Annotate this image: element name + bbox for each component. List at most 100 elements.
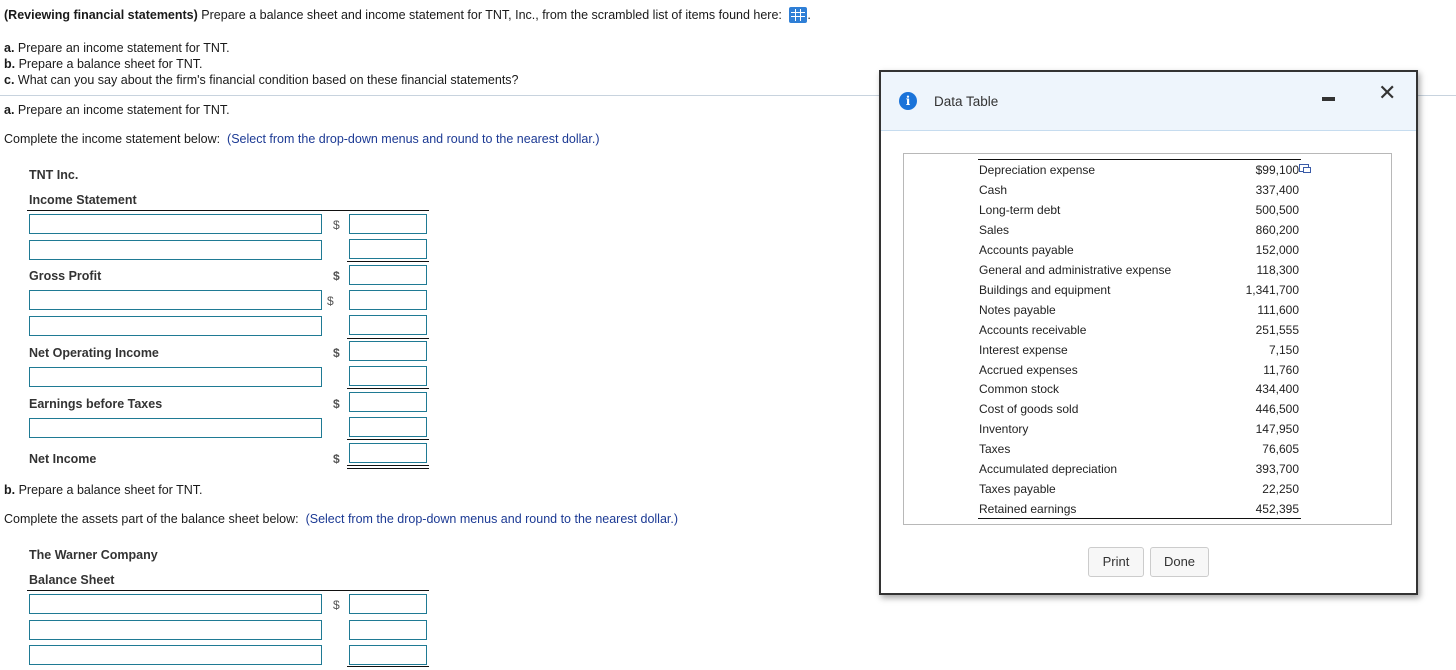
gross-profit-input[interactable]: [349, 265, 427, 285]
asset-amount-input[interactable]: [349, 620, 427, 640]
row-value: 11,760: [1263, 362, 1299, 377]
row-value: $99,100: [1255, 163, 1299, 177]
part-text: Prepare a balance sheet for TNT.: [15, 57, 203, 71]
asset-amount-input[interactable]: [349, 645, 427, 665]
income-amount-input[interactable]: [349, 366, 427, 386]
row-value: 337,400: [1255, 182, 1299, 197]
earnings-before-taxes-input[interactable]: [349, 392, 427, 412]
part-text: Prepare an income statement for TNT.: [14, 41, 230, 55]
data-table-row: Accrued expenses 11,760: [979, 360, 1299, 380]
data-table-row: Retained earnings 452,395: [979, 499, 1299, 519]
row-value: 1,341,700: [1245, 282, 1299, 297]
row-value: 860,200: [1255, 222, 1299, 237]
header-rule: [27, 590, 429, 591]
row-value: 118,300: [1256, 262, 1300, 277]
instruction-hint: (Select from the drop-down menus and rou…: [227, 132, 600, 146]
data-table-row: Accounts payable 152,000: [979, 240, 1299, 260]
dialog-header[interactable]: i Data Table ✕: [881, 72, 1416, 131]
dollar-sign: $: [333, 397, 340, 411]
subtotal-rule: [347, 666, 429, 667]
income-amount-input[interactable]: [349, 239, 427, 259]
income-item-select[interactable]: [29, 418, 322, 438]
data-table-row: Interest expense 7,150: [979, 340, 1299, 360]
question-topic: (Reviewing financial statements): [4, 8, 198, 22]
income-item-select[interactable]: [29, 214, 322, 234]
row-value: 152,000: [1255, 242, 1299, 257]
question-text: Prepare a balance sheet and income state…: [197, 8, 786, 22]
row-label: Accrued expenses: [979, 362, 1078, 377]
income-item-select[interactable]: [29, 367, 322, 387]
row-label: Long-term debt: [979, 202, 1061, 217]
part-a-heading: a. Prepare an income statement for TNT.: [4, 103, 230, 117]
data-table-row: Cash 337,400: [979, 180, 1299, 200]
dollar-sign: $: [333, 452, 340, 466]
data-table-row: Accounts receivable 251,555: [979, 320, 1299, 340]
row-label: Sales: [979, 222, 1010, 237]
net-operating-income-input[interactable]: [349, 341, 427, 361]
row-label: Retained earnings: [979, 502, 1077, 517]
row-label: Inventory: [979, 422, 1029, 437]
row-label: Interest expense: [979, 342, 1068, 357]
question-period: .: [807, 8, 811, 22]
part-a-instruction: Complete the income statement below: (Se…: [4, 132, 599, 146]
row-label: Taxes payable: [979, 482, 1056, 497]
part-letter: b.: [4, 483, 16, 497]
instruction-hint: (Select from the drop-down menus and rou…: [305, 512, 679, 526]
minimize-icon[interactable]: [1322, 97, 1335, 101]
gross-profit-label: Gross Profit: [29, 269, 102, 283]
net-income-label: Net Income: [29, 452, 97, 466]
part-letter: a.: [4, 41, 15, 55]
part-letter: c.: [4, 73, 15, 87]
data-table-row: Cost of goods sold 446,500: [979, 399, 1299, 419]
asset-item-select[interactable]: [29, 594, 322, 614]
statement-title: Balance Sheet: [29, 573, 115, 587]
income-amount-input[interactable]: [349, 290, 427, 310]
part-letter: b.: [4, 57, 16, 71]
row-label: Cash: [979, 182, 1008, 197]
asset-item-select[interactable]: [29, 645, 322, 665]
data-table-row: Notes payable 111,600: [979, 300, 1299, 320]
asset-amount-input[interactable]: [349, 594, 427, 614]
instruction-text: Complete the assets part of the balance …: [4, 512, 299, 526]
part-b-instruction: Complete the assets part of the balance …: [4, 512, 678, 526]
data-table-row: Taxes payable 22,250: [979, 479, 1299, 499]
double-rule-bottom: [347, 468, 429, 469]
income-amount-input[interactable]: [349, 214, 427, 234]
row-label: Depreciation expense: [979, 163, 1096, 177]
dollar-sign: $: [327, 294, 334, 308]
done-button[interactable]: Done: [1150, 547, 1209, 577]
net-income-input[interactable]: [349, 443, 427, 463]
row-label: Accounts receivable: [979, 322, 1087, 337]
data-table-row: Long-term debt 500,500: [979, 200, 1299, 220]
income-amount-input[interactable]: [349, 315, 427, 335]
statement-title: Income Statement: [29, 193, 137, 207]
income-item-select[interactable]: [29, 290, 322, 310]
part-heading-text: Prepare a balance sheet for TNT.: [15, 483, 203, 497]
part-b-heading: b. Prepare a balance sheet for TNT.: [4, 483, 202, 497]
income-item-select[interactable]: [29, 240, 322, 260]
subtotal-rule: [347, 439, 429, 440]
row-label: Accumulated depreciation: [979, 462, 1118, 477]
copy-icon[interactable]: [1299, 164, 1311, 173]
question-part-a: a. Prepare an income statement for TNT.: [4, 41, 230, 55]
row-value: 111,600: [1257, 302, 1299, 317]
data-table-icon[interactable]: [789, 7, 808, 23]
row-label: Buildings and equipment: [979, 282, 1111, 297]
income-item-select[interactable]: [29, 316, 322, 336]
data-table-row: Taxes 76,605: [979, 439, 1299, 459]
income-amount-input[interactable]: [349, 417, 427, 437]
part-heading-text: Prepare an income statement for TNT.: [14, 103, 230, 117]
row-label: Cost of goods sold: [979, 402, 1079, 417]
question-part-b: b. Prepare a balance sheet for TNT.: [4, 57, 202, 71]
company-name: TNT Inc.: [29, 168, 79, 182]
asset-item-select[interactable]: [29, 620, 322, 640]
row-value: 434,400: [1255, 382, 1299, 397]
dialog-title: Data Table: [934, 94, 999, 109]
dollar-sign: $: [333, 346, 340, 360]
row-value: 452,395: [1255, 502, 1299, 517]
row-value: 251,555: [1255, 322, 1299, 337]
question-part-c: c. What can you say about the firm's fin…: [4, 73, 519, 87]
print-button[interactable]: Print: [1088, 547, 1144, 577]
row-value: 500,500: [1255, 202, 1299, 217]
close-icon[interactable]: ✕: [1378, 82, 1396, 104]
